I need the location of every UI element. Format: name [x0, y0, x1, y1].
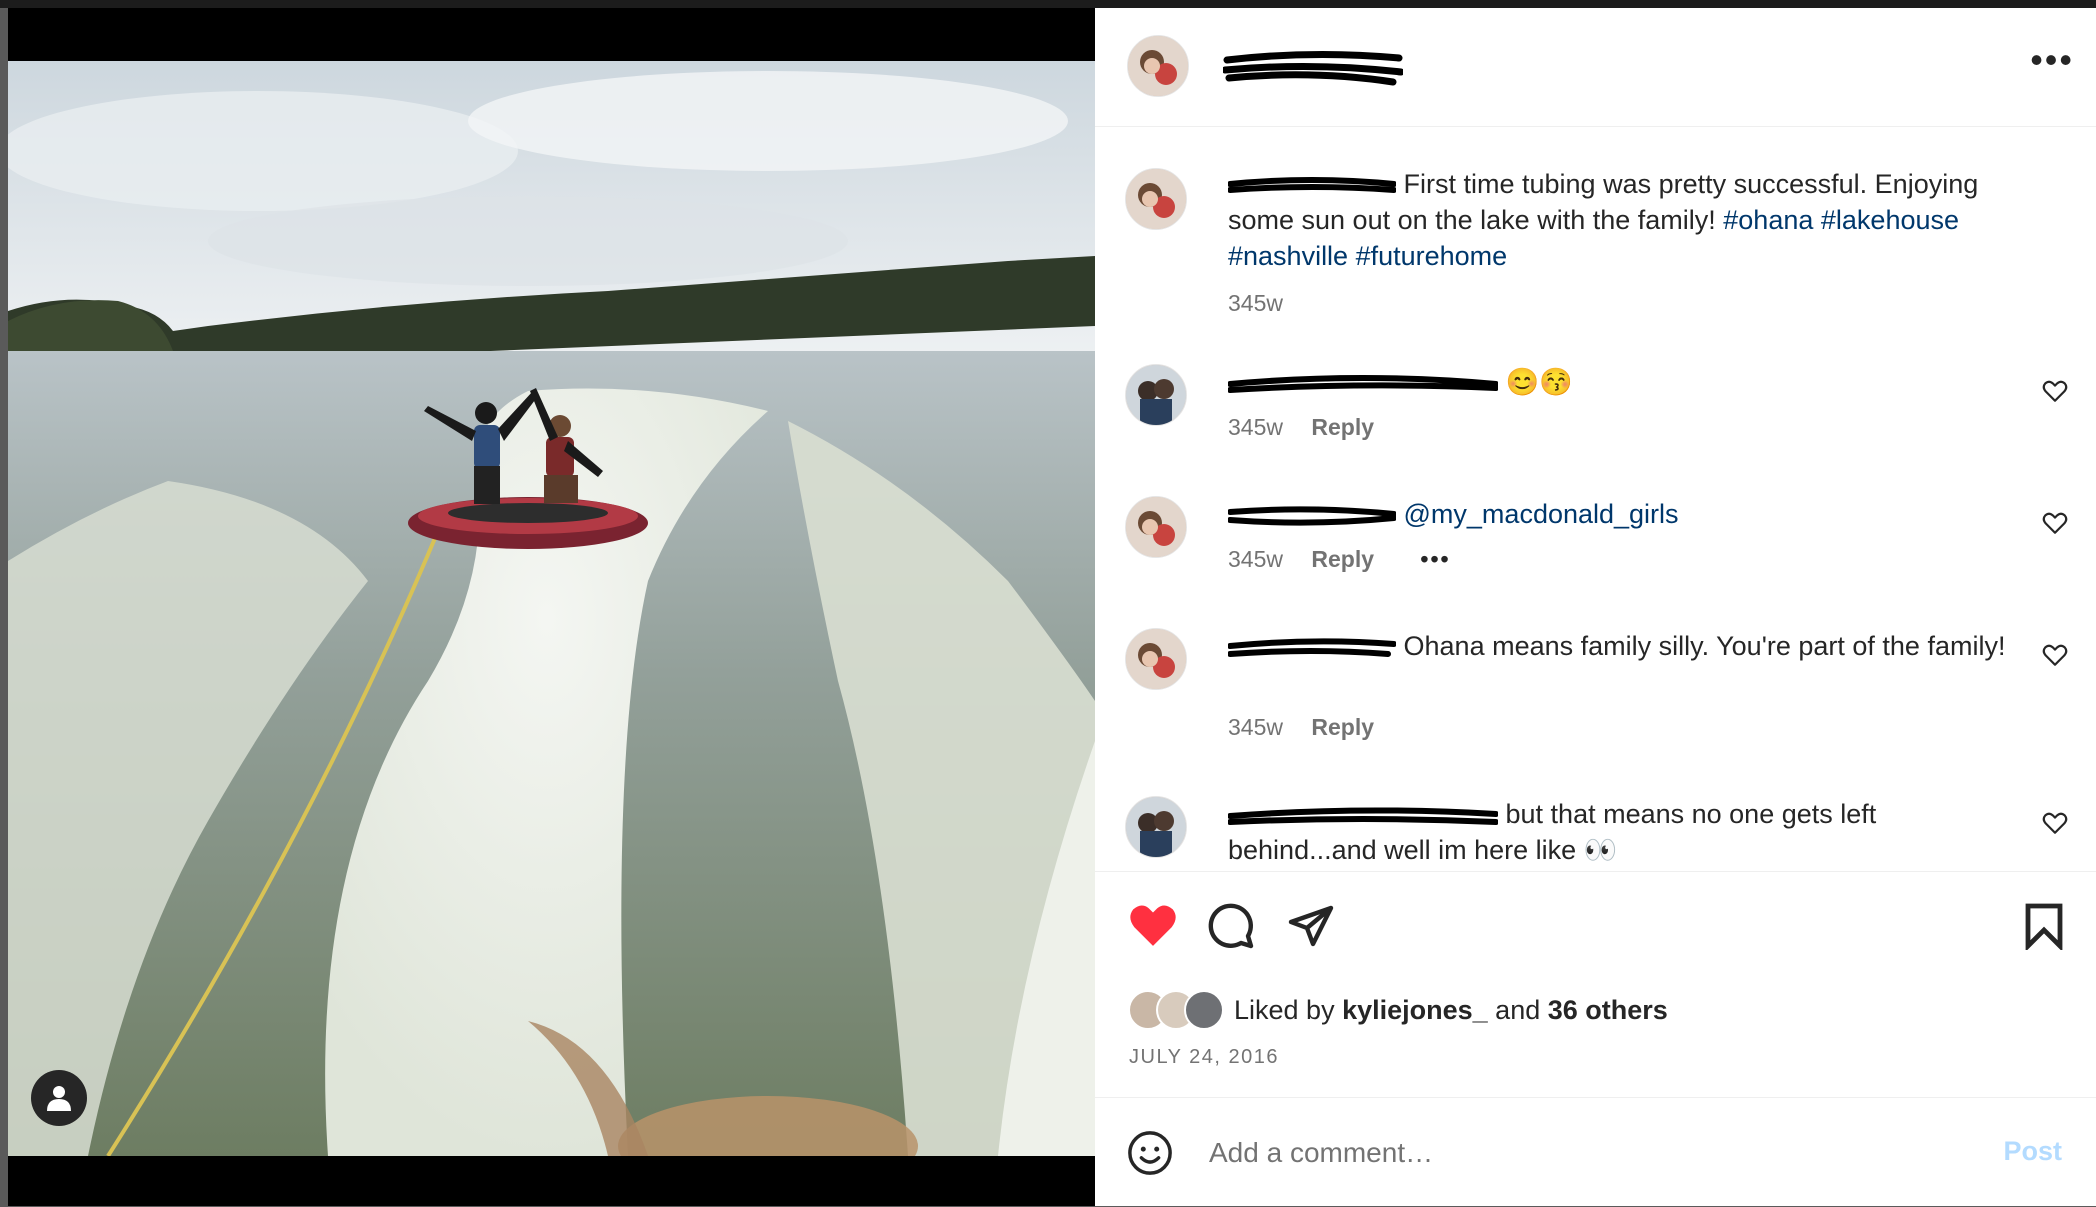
comments-list[interactable]: First time tubing was pretty successful.… — [1095, 126, 2096, 871]
comment-meta: 345w Reply — [1228, 414, 1396, 441]
comment-input[interactable] — [1207, 1128, 1911, 1178]
caption-meta: 345w — [1228, 290, 1305, 317]
commenter-avatar[interactable] — [1125, 628, 1187, 690]
post-actions: Liked by kyliejones_ and 36 others JULY … — [1095, 871, 2096, 1098]
liker-username-link[interactable]: kyliejones_ — [1342, 995, 1488, 1026]
likes-summary[interactable]: Liked by kyliejones_ and 36 others — [1128, 990, 1668, 1030]
comment-text: Ohana means family silly. You're part of… — [1228, 628, 2026, 664]
like-comment-heart-icon[interactable] — [2042, 642, 2068, 668]
tagged-users-button[interactable] — [31, 1070, 87, 1126]
reply-button[interactable]: Reply — [1311, 714, 1374, 740]
redacted-username — [1228, 804, 1498, 828]
like-comment-heart-icon[interactable] — [2042, 378, 2068, 404]
lake-tubing-photo — [8, 61, 1095, 1156]
add-comment-bar: Post — [1095, 1097, 2096, 1207]
caption-text: First time tubing was pretty successful.… — [1228, 169, 1979, 271]
background-strip — [0, 0, 2096, 8]
comment-meta: 345w Reply ••• — [1228, 546, 1473, 573]
heart-filled-icon[interactable] — [1128, 902, 1178, 948]
hashtag-link[interactable]: #ohana — [1723, 205, 1813, 235]
post-media[interactable] — [8, 8, 1095, 1206]
avatar-photo — [1126, 797, 1186, 857]
avatar-photo — [1126, 629, 1186, 689]
mention-link[interactable]: @my_macdonald_girls — [1404, 499, 1679, 529]
post-comment-button[interactable]: Post — [2003, 1136, 2062, 1167]
share-icon[interactable] — [1287, 902, 1335, 950]
commenter-avatar[interactable] — [1125, 496, 1187, 558]
post-header: ••• — [1095, 8, 2096, 127]
more-options-icon[interactable]: ••• — [2030, 42, 2074, 78]
redacted-username — [1228, 636, 1396, 660]
timestamp[interactable]: 345w — [1228, 414, 1283, 440]
emoji-icon[interactable] — [1127, 1130, 1173, 1176]
comment-text: but that means no one gets left behind..… — [1228, 799, 1877, 865]
others-likes-link[interactable]: 36 others — [1548, 995, 1668, 1026]
comment-icon[interactable] — [1207, 902, 1255, 950]
instagram-post-modal: ••• First time tubing was pretty success… — [0, 0, 2096, 1206]
avatar-photo — [1128, 36, 1188, 96]
person-icon — [47, 1086, 71, 1111]
hashtag-link[interactable]: #nashville — [1228, 241, 1348, 271]
redacted-username — [1228, 504, 1396, 528]
avatar-photo — [1126, 169, 1186, 229]
hashtag-link[interactable]: #lakehouse — [1821, 205, 1959, 235]
redacted-username — [1223, 50, 1403, 86]
save-bookmark-icon[interactable] — [2022, 902, 2066, 950]
commenter-avatar[interactable] — [1125, 796, 1187, 858]
avatar-photo — [1126, 365, 1186, 425]
post-photo[interactable] — [8, 61, 1095, 1156]
timestamp[interactable]: 345w — [1228, 290, 1283, 316]
like-comment-heart-icon[interactable] — [2042, 810, 2068, 836]
comment-meta: 345w Reply — [1228, 714, 1396, 741]
post-date[interactable]: JULY 24, 2016 — [1129, 1046, 1279, 1069]
author-avatar[interactable] — [1127, 35, 1189, 97]
like-comment-heart-icon[interactable] — [2042, 510, 2068, 536]
redacted-username — [1228, 372, 1498, 396]
timestamp[interactable]: 345w — [1228, 546, 1283, 572]
hashtag-link[interactable]: #futurehome — [1356, 241, 1508, 271]
comment-options-icon[interactable]: ••• — [1420, 546, 1450, 572]
comment-text: @my_macdonald_girls — [1228, 496, 2026, 532]
post-details-panel: ••• First time tubing was pretty success… — [1095, 8, 2096, 1206]
comment-text: 😊😚 — [1228, 364, 2026, 400]
timestamp[interactable]: 345w — [1228, 714, 1283, 740]
reply-button[interactable]: Reply — [1311, 546, 1374, 572]
commenter-avatar[interactable] — [1125, 364, 1187, 426]
reply-button[interactable]: Reply — [1311, 414, 1374, 440]
redacted-username — [1228, 174, 1396, 198]
avatar-photo — [1126, 497, 1186, 557]
liker-avatar — [1184, 990, 1224, 1030]
caption-avatar[interactable] — [1125, 168, 1187, 230]
